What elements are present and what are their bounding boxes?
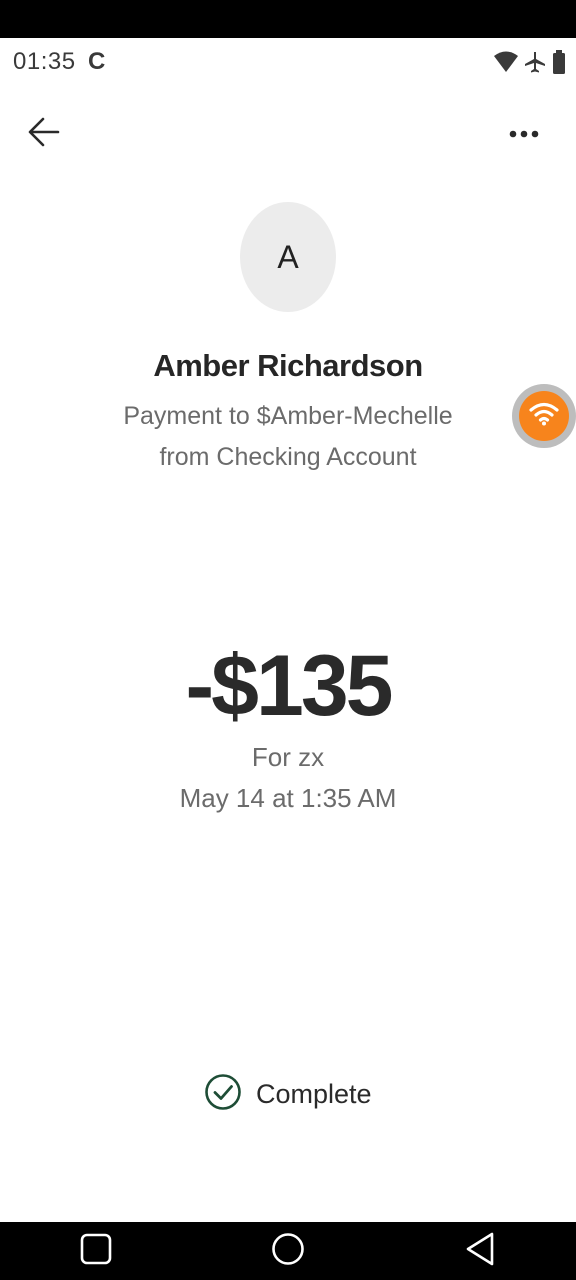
recipient-name[interactable]: Amber Richardson (0, 348, 576, 384)
airplane-mode-icon (524, 51, 546, 73)
floating-bubble-inner (519, 391, 569, 441)
system-back-button[interactable] (460, 1232, 500, 1269)
wifi-icon (494, 51, 518, 73)
back-button[interactable] (22, 112, 66, 156)
recipient-avatar[interactable]: A (240, 202, 336, 312)
more-options-button[interactable] (502, 116, 546, 152)
notification-app-icon: C (88, 48, 106, 75)
payment-date: May 14 at 1:35 AM (179, 783, 397, 813)
more-horizontal-icon (509, 125, 539, 143)
payment-amount: -$135 (185, 638, 394, 734)
status-icons (494, 48, 566, 76)
payment-description: Payment to $Amber-Mechelle from Checking… (88, 396, 488, 478)
payment-status: Complete (204, 1072, 372, 1116)
recents-button[interactable] (76, 1233, 116, 1269)
system-navigation-bar (0, 1222, 576, 1280)
check-circle-icon (204, 1073, 242, 1116)
payment-memo: For zx (251, 742, 325, 772)
status-time: 01:35 (13, 48, 76, 75)
recents-square-icon (79, 1232, 113, 1271)
payment-description-line-2: from Checking Account (159, 443, 417, 471)
status-label: Complete (256, 1078, 372, 1109)
back-triangle-icon (463, 1230, 497, 1273)
home-circle-icon (270, 1231, 306, 1272)
arrow-left-icon (27, 115, 61, 154)
top-black-bar (0, 0, 576, 38)
home-button[interactable] (268, 1231, 308, 1272)
wifi-icon (529, 402, 559, 431)
floating-wifi-bubble[interactable] (512, 384, 576, 448)
battery-icon (552, 50, 566, 74)
payment-description-line-1: Payment to $Amber-Mechelle (123, 402, 453, 430)
status-bar: 01:35 C (0, 38, 576, 86)
